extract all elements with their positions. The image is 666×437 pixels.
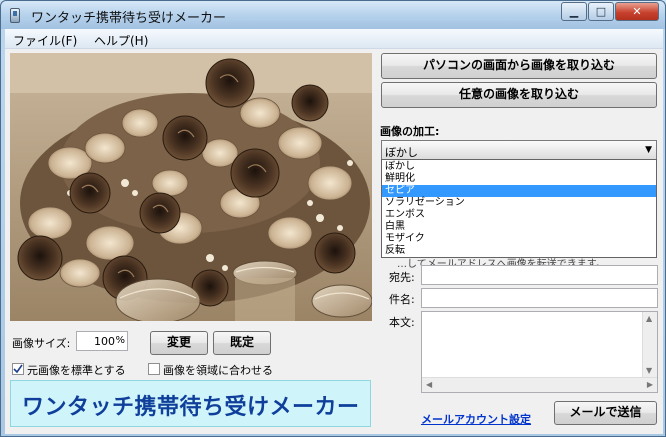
title-bar[interactable]: ワンタッチ携帯待ち受けメーカー ▁ □ ✕ [1, 1, 665, 29]
dropdown-option[interactable]: モザイク [382, 233, 656, 245]
client-area: ファイル(F) ヘルプ(H) 画像サイズ: 100 % 変更 既定 元画像を標準… [5, 29, 663, 434]
image-processing-label: 画像の加工: [380, 125, 440, 138]
scroll-left-icon[interactable]: ◀ [426, 380, 432, 389]
menu-bar: ファイル(F) ヘルプ(H) [5, 29, 663, 49]
to-field[interactable] [421, 265, 658, 285]
capture-screen-button[interactable]: パソコンの画面から画像を取り込む [381, 53, 657, 79]
image-size-label: 画像サイズ: [12, 337, 71, 350]
app-window: ワンタッチ携帯待ち受けメーカー ▁ □ ✕ ファイル(F) ヘルプ(H) 画像サ… [0, 0, 666, 437]
dropdown-option[interactable]: エンボス [382, 209, 656, 221]
subject-label: 件名: [389, 293, 415, 306]
dropdown-option[interactable]: 白黒 [382, 221, 656, 233]
app-banner: ワンタッチ携帯待ち受けメーカー [10, 380, 371, 427]
send-mail-button[interactable]: メールで送信 [554, 401, 657, 425]
scroll-up-icon[interactable]: ▲ [646, 314, 652, 323]
preview-image-graphic [10, 53, 372, 321]
minimize-icon: ▁ [569, 5, 579, 18]
use-original-label[interactable]: 元画像を標準とする [27, 362, 126, 378]
fit-to-area-checkbox[interactable] [148, 363, 160, 375]
fit-to-area-label[interactable]: 画像を領域に合わせる [163, 362, 273, 378]
maximize-button[interactable]: □ [588, 2, 614, 21]
use-original-checkbox[interactable] [12, 363, 24, 375]
menu-help[interactable]: ヘルプ(H) [94, 32, 148, 49]
image-processing-select[interactable]: ぼかし ▼ [381, 140, 657, 160]
body-field[interactable]: ▲ ▼ ◀ ▶ [421, 311, 658, 393]
dropdown-option-highlighted[interactable]: セピア [382, 185, 656, 197]
dropdown-option[interactable]: 反転 [382, 245, 656, 257]
dropdown-option[interactable]: ソラリゼーション [382, 197, 656, 209]
close-button[interactable]: ✕ [615, 2, 659, 21]
scroll-down-icon[interactable]: ▼ [646, 366, 652, 375]
banner-text: ワンタッチ携帯待ち受けメーカー [22, 395, 360, 420]
vertical-scrollbar[interactable]: ▲ ▼ [642, 312, 657, 377]
mail-account-settings-link[interactable]: メールアカウント設定 [421, 411, 531, 427]
scroll-right-icon[interactable]: ▶ [647, 380, 653, 389]
change-button[interactable]: 変更 [150, 331, 208, 355]
chevron-down-icon[interactable]: ▼ [645, 145, 652, 155]
preview-image[interactable] [10, 53, 372, 321]
close-icon: ✕ [632, 5, 642, 18]
maximize-icon: □ [595, 5, 607, 18]
subject-field[interactable] [421, 288, 658, 308]
dropdown-option[interactable]: 鮮明化 [382, 173, 656, 185]
default-button[interactable]: 既定 [213, 331, 271, 355]
capture-any-image-button[interactable]: 任意の画像を取り込む [381, 82, 657, 108]
checkmark-icon [13, 364, 23, 374]
image-processing-selected: ぼかし [385, 146, 418, 159]
body-label: 本文: [389, 316, 415, 329]
image-size-unit: % [115, 335, 125, 346]
phone-icon [10, 8, 20, 23]
menu-file[interactable]: ファイル(F) [13, 32, 77, 49]
horizontal-scrollbar[interactable]: ◀ ▶ [422, 377, 657, 392]
image-processing-dropdown[interactable]: ぼかし 鮮明化 セピア ソラリゼーション エンボス 白黒 モザイク 反転 [381, 159, 657, 258]
minimize-button[interactable]: ▁ [561, 2, 587, 21]
dropdown-option[interactable]: ぼかし [382, 161, 656, 173]
window-title: ワンタッチ携帯待ち受けメーカー [31, 11, 227, 26]
image-size-input[interactable]: 100 % [76, 331, 128, 351]
image-size-value: 100 [94, 335, 115, 348]
to-label: 宛先: [389, 271, 415, 284]
